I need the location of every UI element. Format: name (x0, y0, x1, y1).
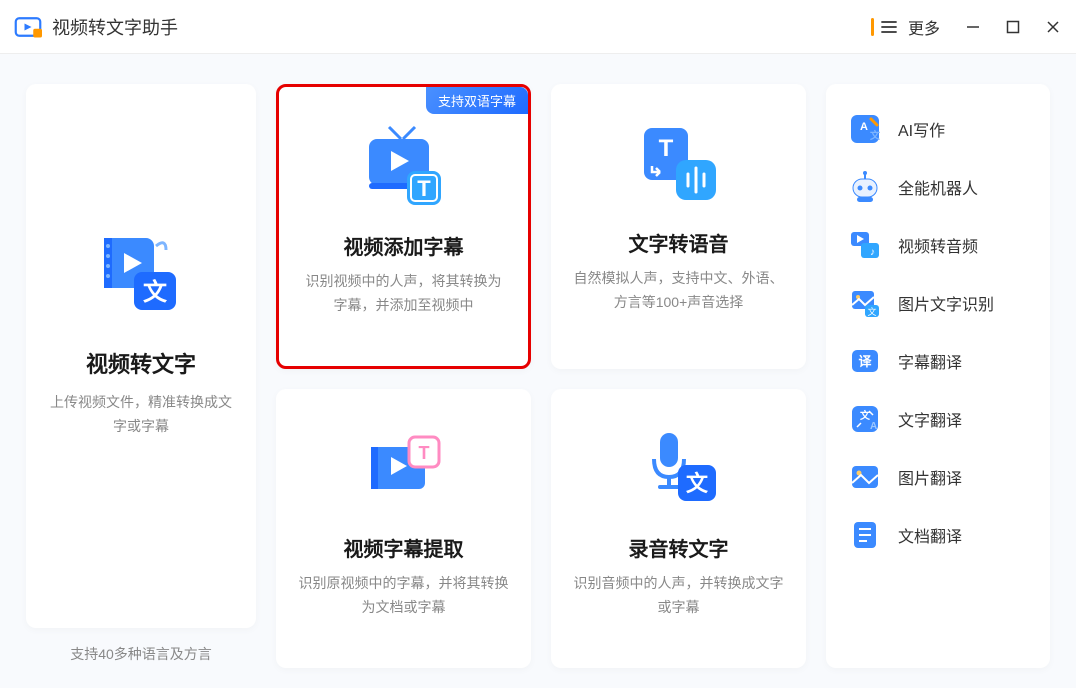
svg-text:A: A (870, 421, 877, 432)
ocr-icon: 文 (848, 286, 882, 320)
main-card-desc: 上传视频文件，精准转换成文字或字幕 (44, 391, 238, 439)
sidebar-item-label: 字幕翻译 (898, 349, 962, 373)
video-audio-icon: ♪ (848, 228, 882, 262)
card-desc: 自然模拟人声，支持中文、外语、方言等100+声音选择 (569, 267, 788, 315)
sidebar-item-video-audio[interactable]: ♪ 视频转音频 (840, 216, 1036, 274)
more-bar-icon (871, 18, 874, 36)
svg-text:文: 文 (870, 129, 881, 142)
text-speech-icon: T (634, 118, 724, 208)
card-desc: 识别音频中的人声，并转换成文字或字幕 (569, 572, 788, 620)
ai-writing-icon: A文 (848, 112, 882, 146)
extract-subtitle-icon: T (359, 423, 449, 513)
card-extract-subtitle[interactable]: T 视频字幕提取 识别原视频中的字幕，并将其转换为文档或字幕 (276, 389, 531, 668)
sidebar-item-label: 文字翻译 (898, 407, 962, 431)
card-desc: 识别视频中的人声，将其转换为字幕，并添加至视频中 (297, 270, 510, 318)
mic-text-icon: 文 (634, 423, 724, 513)
video-text-icon: 文 (96, 228, 186, 318)
menu-icon (880, 18, 898, 36)
left-footer-text: 支持40多种语言及方言 (26, 628, 256, 668)
card-video-to-text[interactable]: 文 视频转文字 上传视频文件，精准转换成文字或字幕 (26, 84, 256, 628)
sidebar-item-label: 全能机器人 (898, 175, 978, 199)
sidebar-item-label: 文档翻译 (898, 523, 962, 547)
sidebar-item-robot[interactable]: 全能机器人 (840, 158, 1036, 216)
card-title: 视频添加字幕 (297, 231, 510, 260)
svg-text:译: 译 (858, 354, 872, 369)
titlebar: 视频转文字助手 更多 (0, 0, 1076, 54)
text-translate-icon: 文A (848, 402, 882, 436)
sidebar-item-image-translate[interactable]: 图片翻译 (840, 448, 1036, 506)
more-button[interactable]: 更多 (871, 15, 940, 39)
image-translate-icon (848, 460, 882, 494)
sidebar-item-ai-writing[interactable]: A文 AI写作 (840, 100, 1036, 158)
sidebar: A文 AI写作 全能机器人 ♪ 视频转音频 文 图片文字识别 译 字幕翻译 文A (826, 84, 1050, 668)
maximize-button[interactable] (1004, 18, 1022, 36)
robot-icon (848, 170, 882, 204)
svg-text:文: 文 (143, 278, 168, 306)
tv-subtitle-icon: T (359, 121, 449, 211)
card-title: 视频字幕提取 (294, 533, 513, 562)
svg-text:T: T (418, 443, 429, 463)
sidebar-item-label: 视频转音频 (898, 233, 978, 257)
sidebar-item-text-translate[interactable]: 文A 文字翻译 (840, 390, 1036, 448)
card-title: 文字转语音 (569, 228, 788, 257)
app-title: 视频转文字助手 (52, 14, 178, 40)
close-button[interactable] (1044, 18, 1062, 36)
app-logo-icon (14, 13, 42, 41)
svg-text:A: A (860, 121, 868, 133)
sidebar-item-label: 图片文字识别 (898, 291, 994, 315)
sidebar-item-doc-translate[interactable]: 文档翻译 (840, 506, 1036, 564)
minimize-button[interactable] (964, 18, 982, 36)
card-audio-to-text[interactable]: 文 录音转文字 识别音频中的人声，并转换成文字或字幕 (551, 389, 806, 668)
sidebar-item-subtitle-translate[interactable]: 译 字幕翻译 (840, 332, 1036, 390)
badge-bilingual: 支持双语字幕 (426, 87, 528, 114)
svg-text:文: 文 (867, 306, 876, 317)
main-card-title: 视频转文字 (44, 347, 238, 379)
svg-text:♪: ♪ (870, 247, 875, 258)
svg-text:T: T (417, 176, 431, 201)
sidebar-item-label: 图片翻译 (898, 465, 962, 489)
doc-translate-icon (848, 518, 882, 552)
more-label: 更多 (908, 15, 940, 39)
svg-text:文: 文 (685, 471, 708, 496)
card-add-subtitle[interactable]: 支持双语字幕 T 视频添加字幕 识别视频中的人声，将其转换为字幕，并添加至视频中 (276, 84, 531, 369)
subtitle-translate-icon: 译 (848, 344, 882, 378)
sidebar-item-ocr[interactable]: 文 图片文字识别 (840, 274, 1036, 332)
card-text-to-speech[interactable]: T 文字转语音 自然模拟人声，支持中文、外语、方言等100+声音选择 (551, 84, 806, 369)
sidebar-item-label: AI写作 (898, 117, 945, 141)
card-title: 录音转文字 (569, 533, 788, 562)
svg-text:T: T (658, 135, 673, 162)
card-desc: 识别原视频中的字幕，并将其转换为文档或字幕 (294, 572, 513, 620)
